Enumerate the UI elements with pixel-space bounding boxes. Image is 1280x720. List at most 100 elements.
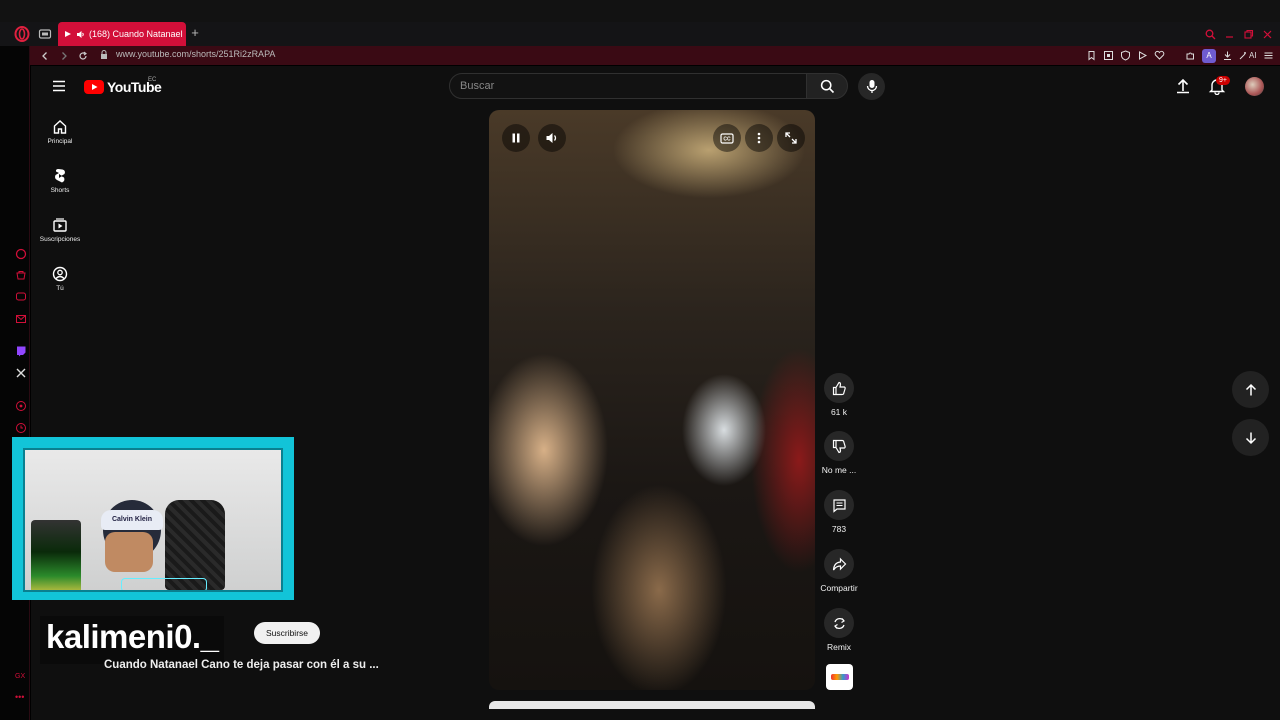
new-tab-button[interactable]: + xyxy=(188,26,202,40)
dislike-label: No me ... xyxy=(821,465,857,475)
sidebar-item-suscripciones[interactable]: Suscripciones xyxy=(34,217,86,243)
sidebar-item-tu[interactable]: Tú xyxy=(34,266,86,292)
more-options-button[interactable] xyxy=(745,124,773,152)
subscribe-button[interactable]: Suscribirse xyxy=(254,622,320,644)
window-controls xyxy=(1205,26,1280,42)
subscriptions-icon xyxy=(52,217,68,233)
minimize-icon[interactable] xyxy=(1224,29,1235,40)
download-icon[interactable] xyxy=(1222,50,1233,61)
sidebar-item-principal[interactable]: Principal xyxy=(34,119,86,145)
maximize-icon[interactable] xyxy=(1243,29,1254,40)
tab-audio-icon[interactable] xyxy=(76,30,85,39)
next-short-preview[interactable] xyxy=(489,701,815,709)
volume-button[interactable] xyxy=(538,124,566,152)
remix-button[interactable]: Remix xyxy=(818,608,860,652)
extensions-icon[interactable] xyxy=(1185,50,1196,61)
messenger-icon[interactable] xyxy=(15,291,27,303)
audio-source-thumbnail[interactable] xyxy=(826,664,853,690)
comments-circle xyxy=(824,490,854,520)
x-twitter-icon[interactable] xyxy=(15,367,27,379)
webcam-feed: Calvin Klein xyxy=(23,448,283,592)
create-upload-button[interactable] xyxy=(1174,77,1192,95)
svg-text:CC: CC xyxy=(723,136,731,142)
pause-icon xyxy=(510,132,522,144)
player-icon[interactable] xyxy=(1137,50,1148,61)
back-icon[interactable] xyxy=(40,51,50,61)
bookmark-pin-icon[interactable] xyxy=(1086,50,1097,61)
sidebar-item-label: Suscripciones xyxy=(39,236,81,243)
comments-count: 783 xyxy=(831,524,847,534)
snapshot-icon[interactable] xyxy=(1103,50,1114,61)
youtube-play-logo-icon xyxy=(84,80,104,94)
streamer-cap: Calvin Klein xyxy=(101,510,163,530)
fullscreen-button[interactable] xyxy=(777,124,805,152)
more-vertical-icon xyxy=(757,132,761,144)
hamburger-menu-icon[interactable] xyxy=(52,80,66,92)
share-button[interactable]: Compartir xyxy=(818,549,860,593)
opera-logo-icon[interactable] xyxy=(14,26,30,42)
sidebar-item-label: Tú xyxy=(56,285,64,292)
browser-search-icon[interactable] xyxy=(1205,29,1216,40)
like-button[interactable]: 61 k xyxy=(818,373,860,417)
next-short-button[interactable] xyxy=(1232,419,1269,456)
streamer-name-overlay: kalimeni0._ xyxy=(40,616,225,664)
voice-search-button[interactable] xyxy=(858,73,885,100)
speed-dial-icon[interactable] xyxy=(15,248,27,260)
navigation-buttons xyxy=(40,49,100,63)
microphone-icon xyxy=(866,79,878,94)
browser-sidebar: GX ••• xyxy=(0,46,30,720)
tab-youtube-active[interactable]: (168) Cuando Natanael xyxy=(58,22,186,46)
lock-icon[interactable] xyxy=(100,50,108,60)
home-icon xyxy=(52,119,68,135)
ai-button[interactable]: AI xyxy=(1239,51,1257,60)
forward-icon[interactable] xyxy=(59,51,69,61)
search-button[interactable] xyxy=(806,73,848,99)
account-icon[interactable]: A xyxy=(1202,48,1216,63)
remix-circle xyxy=(824,608,854,638)
sidebar-item-shorts[interactable]: Shorts xyxy=(34,168,86,194)
comments-button[interactable]: 783 xyxy=(818,490,860,534)
remix-icon xyxy=(832,616,847,631)
player-sidebar-icon[interactable] xyxy=(15,400,27,412)
country-code: EC xyxy=(148,77,157,83)
you-icon xyxy=(52,266,68,282)
sidebar-item-label: Shorts xyxy=(50,187,70,194)
thumbs-up-icon xyxy=(832,381,847,396)
tab-overview-icon[interactable] xyxy=(38,27,52,41)
gx-icon[interactable]: GX xyxy=(15,673,27,685)
history-icon[interactable] xyxy=(15,422,27,434)
more-sidebar-icon[interactable]: ••• xyxy=(15,692,27,704)
previous-short-button[interactable] xyxy=(1232,371,1269,408)
reload-icon[interactable] xyxy=(78,51,88,61)
search-icon xyxy=(820,79,835,94)
twitch-icon[interactable] xyxy=(15,345,27,357)
shield-icon[interactable] xyxy=(1120,50,1131,61)
easy-setup-menu-icon[interactable] xyxy=(1263,50,1274,61)
remix-label: Remix xyxy=(826,642,852,652)
share-label: Compartir xyxy=(820,583,858,593)
video-title[interactable]: Cuando Natanael Cano te deja pasar con é… xyxy=(104,659,379,671)
shorts-video-player[interactable] xyxy=(489,110,815,690)
webcam-overlay: Calvin Klein xyxy=(12,437,294,600)
share-icon xyxy=(832,557,847,572)
mail-icon[interactable] xyxy=(15,313,27,325)
dislike-button[interactable]: No me ... xyxy=(818,431,860,475)
heart-icon[interactable] xyxy=(1154,50,1165,61)
shopping-icon[interactable] xyxy=(15,269,27,281)
url-field[interactable]: www.youtube.com/shorts/251Ri2zRAPA xyxy=(116,49,275,59)
pause-button[interactable] xyxy=(502,124,530,152)
ai-label: AI xyxy=(1249,51,1257,60)
notifications-badge: 9+ xyxy=(1216,76,1230,85)
captions-button[interactable]: CC xyxy=(713,124,741,152)
arrow-up-icon xyxy=(1244,383,1258,397)
gaming-pc-case xyxy=(31,520,81,590)
webcam-frame-accent xyxy=(121,578,207,590)
play-indicator-icon xyxy=(64,30,72,38)
volume-icon xyxy=(545,131,559,145)
like-count: 61 k xyxy=(830,407,848,417)
comment-icon xyxy=(832,498,847,513)
user-avatar[interactable] xyxy=(1245,77,1264,96)
captions-icon: CC xyxy=(720,132,734,144)
close-window-icon[interactable] xyxy=(1262,29,1273,40)
search-input[interactable]: Buscar xyxy=(449,73,807,99)
